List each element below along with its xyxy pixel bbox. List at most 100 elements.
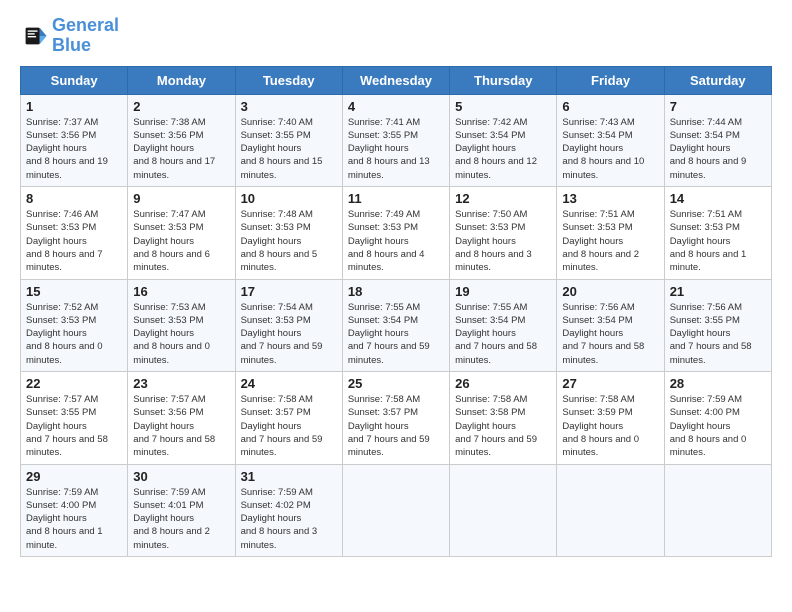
weekday-monday: Monday (128, 66, 235, 94)
day-number: 4 (348, 99, 444, 114)
day-number: 23 (133, 376, 229, 391)
day-info: Sunrise: 7:46 AM Sunset: 3:53 PM Dayligh… (26, 208, 122, 274)
week-row-2: 8 Sunrise: 7:46 AM Sunset: 3:53 PM Dayli… (21, 187, 772, 279)
day-cell: 2 Sunrise: 7:38 AM Sunset: 3:56 PM Dayli… (128, 94, 235, 186)
day-number: 17 (241, 284, 337, 299)
day-cell: 30 Sunrise: 7:59 AM Sunset: 4:01 PM Dayl… (128, 464, 235, 556)
day-info: Sunrise: 7:57 AM Sunset: 3:55 PM Dayligh… (26, 393, 122, 459)
day-cell: 9 Sunrise: 7:47 AM Sunset: 3:53 PM Dayli… (128, 187, 235, 279)
day-info: Sunrise: 7:56 AM Sunset: 3:54 PM Dayligh… (562, 301, 658, 367)
day-info: Sunrise: 7:38 AM Sunset: 3:56 PM Dayligh… (133, 116, 229, 182)
day-number: 5 (455, 99, 551, 114)
day-number: 27 (562, 376, 658, 391)
day-number: 8 (26, 191, 122, 206)
day-info: Sunrise: 7:58 AM Sunset: 3:59 PM Dayligh… (562, 393, 658, 459)
logo-icon (20, 22, 48, 50)
weekday-tuesday: Tuesday (235, 66, 342, 94)
day-cell (557, 464, 664, 556)
day-cell: 8 Sunrise: 7:46 AM Sunset: 3:53 PM Dayli… (21, 187, 128, 279)
day-number: 19 (455, 284, 551, 299)
day-cell: 20 Sunrise: 7:56 AM Sunset: 3:54 PM Dayl… (557, 279, 664, 371)
header-row: General Blue (20, 16, 772, 56)
day-info: Sunrise: 7:40 AM Sunset: 3:55 PM Dayligh… (241, 116, 337, 182)
day-cell: 23 Sunrise: 7:57 AM Sunset: 3:56 PM Dayl… (128, 372, 235, 464)
day-number: 20 (562, 284, 658, 299)
day-cell: 7 Sunrise: 7:44 AM Sunset: 3:54 PM Dayli… (664, 94, 771, 186)
day-info: Sunrise: 7:58 AM Sunset: 3:58 PM Dayligh… (455, 393, 551, 459)
day-number: 25 (348, 376, 444, 391)
day-info: Sunrise: 7:41 AM Sunset: 3:55 PM Dayligh… (348, 116, 444, 182)
day-info: Sunrise: 7:59 AM Sunset: 4:01 PM Dayligh… (133, 486, 229, 552)
day-number: 7 (670, 99, 766, 114)
day-cell: 16 Sunrise: 7:53 AM Sunset: 3:53 PM Dayl… (128, 279, 235, 371)
week-row-5: 29 Sunrise: 7:59 AM Sunset: 4:00 PM Dayl… (21, 464, 772, 556)
week-row-1: 1 Sunrise: 7:37 AM Sunset: 3:56 PM Dayli… (21, 94, 772, 186)
day-number: 13 (562, 191, 658, 206)
logo-line2: Blue (52, 36, 119, 56)
day-info: Sunrise: 7:59 AM Sunset: 4:00 PM Dayligh… (26, 486, 122, 552)
day-cell: 14 Sunrise: 7:51 AM Sunset: 3:53 PM Dayl… (664, 187, 771, 279)
day-number: 2 (133, 99, 229, 114)
day-info: Sunrise: 7:57 AM Sunset: 3:56 PM Dayligh… (133, 393, 229, 459)
day-info: Sunrise: 7:48 AM Sunset: 3:53 PM Dayligh… (241, 208, 337, 274)
day-info: Sunrise: 7:56 AM Sunset: 3:55 PM Dayligh… (670, 301, 766, 367)
day-info: Sunrise: 7:50 AM Sunset: 3:53 PM Dayligh… (455, 208, 551, 274)
day-info: Sunrise: 7:44 AM Sunset: 3:54 PM Dayligh… (670, 116, 766, 182)
day-info: Sunrise: 7:43 AM Sunset: 3:54 PM Dayligh… (562, 116, 658, 182)
week-row-4: 22 Sunrise: 7:57 AM Sunset: 3:55 PM Dayl… (21, 372, 772, 464)
calendar-table: SundayMondayTuesdayWednesdayThursdayFrid… (20, 66, 772, 557)
day-info: Sunrise: 7:42 AM Sunset: 3:54 PM Dayligh… (455, 116, 551, 182)
day-info: Sunrise: 7:59 AM Sunset: 4:00 PM Dayligh… (670, 393, 766, 459)
day-number: 1 (26, 99, 122, 114)
day-cell: 1 Sunrise: 7:37 AM Sunset: 3:56 PM Dayli… (21, 94, 128, 186)
day-number: 31 (241, 469, 337, 484)
day-info: Sunrise: 7:49 AM Sunset: 3:53 PM Dayligh… (348, 208, 444, 274)
day-info: Sunrise: 7:53 AM Sunset: 3:53 PM Dayligh… (133, 301, 229, 367)
day-info: Sunrise: 7:59 AM Sunset: 4:02 PM Dayligh… (241, 486, 337, 552)
day-info: Sunrise: 7:51 AM Sunset: 3:53 PM Dayligh… (670, 208, 766, 274)
day-cell: 5 Sunrise: 7:42 AM Sunset: 3:54 PM Dayli… (450, 94, 557, 186)
day-info: Sunrise: 7:54 AM Sunset: 3:53 PM Dayligh… (241, 301, 337, 367)
weekday-saturday: Saturday (664, 66, 771, 94)
day-info: Sunrise: 7:51 AM Sunset: 3:53 PM Dayligh… (562, 208, 658, 274)
day-number: 12 (455, 191, 551, 206)
day-info: Sunrise: 7:47 AM Sunset: 3:53 PM Dayligh… (133, 208, 229, 274)
day-cell (342, 464, 449, 556)
day-cell: 12 Sunrise: 7:50 AM Sunset: 3:53 PM Dayl… (450, 187, 557, 279)
day-number: 9 (133, 191, 229, 206)
week-row-3: 15 Sunrise: 7:52 AM Sunset: 3:53 PM Dayl… (21, 279, 772, 371)
day-info: Sunrise: 7:55 AM Sunset: 3:54 PM Dayligh… (348, 301, 444, 367)
page-container: General Blue SundayMondayTuesdayWednesda… (0, 0, 792, 567)
day-info: Sunrise: 7:52 AM Sunset: 3:53 PM Dayligh… (26, 301, 122, 367)
day-cell: 22 Sunrise: 7:57 AM Sunset: 3:55 PM Dayl… (21, 372, 128, 464)
day-cell: 6 Sunrise: 7:43 AM Sunset: 3:54 PM Dayli… (557, 94, 664, 186)
day-cell: 15 Sunrise: 7:52 AM Sunset: 3:53 PM Dayl… (21, 279, 128, 371)
day-cell: 28 Sunrise: 7:59 AM Sunset: 4:00 PM Dayl… (664, 372, 771, 464)
logo: General Blue (20, 16, 119, 56)
day-number: 10 (241, 191, 337, 206)
day-number: 14 (670, 191, 766, 206)
day-cell: 19 Sunrise: 7:55 AM Sunset: 3:54 PM Dayl… (450, 279, 557, 371)
day-info: Sunrise: 7:58 AM Sunset: 3:57 PM Dayligh… (348, 393, 444, 459)
day-number: 15 (26, 284, 122, 299)
day-number: 28 (670, 376, 766, 391)
day-number: 21 (670, 284, 766, 299)
weekday-thursday: Thursday (450, 66, 557, 94)
day-number: 29 (26, 469, 122, 484)
weekday-header-row: SundayMondayTuesdayWednesdayThursdayFrid… (21, 66, 772, 94)
logo-line1: General (52, 16, 119, 36)
day-cell (664, 464, 771, 556)
day-cell: 24 Sunrise: 7:58 AM Sunset: 3:57 PM Dayl… (235, 372, 342, 464)
day-cell: 10 Sunrise: 7:48 AM Sunset: 3:53 PM Dayl… (235, 187, 342, 279)
day-cell: 21 Sunrise: 7:56 AM Sunset: 3:55 PM Dayl… (664, 279, 771, 371)
day-number: 22 (26, 376, 122, 391)
day-number: 6 (562, 99, 658, 114)
day-cell: 26 Sunrise: 7:58 AM Sunset: 3:58 PM Dayl… (450, 372, 557, 464)
day-number: 26 (455, 376, 551, 391)
day-cell: 4 Sunrise: 7:41 AM Sunset: 3:55 PM Dayli… (342, 94, 449, 186)
day-info: Sunrise: 7:58 AM Sunset: 3:57 PM Dayligh… (241, 393, 337, 459)
day-cell: 25 Sunrise: 7:58 AM Sunset: 3:57 PM Dayl… (342, 372, 449, 464)
day-number: 24 (241, 376, 337, 391)
day-cell: 27 Sunrise: 7:58 AM Sunset: 3:59 PM Dayl… (557, 372, 664, 464)
day-number: 16 (133, 284, 229, 299)
